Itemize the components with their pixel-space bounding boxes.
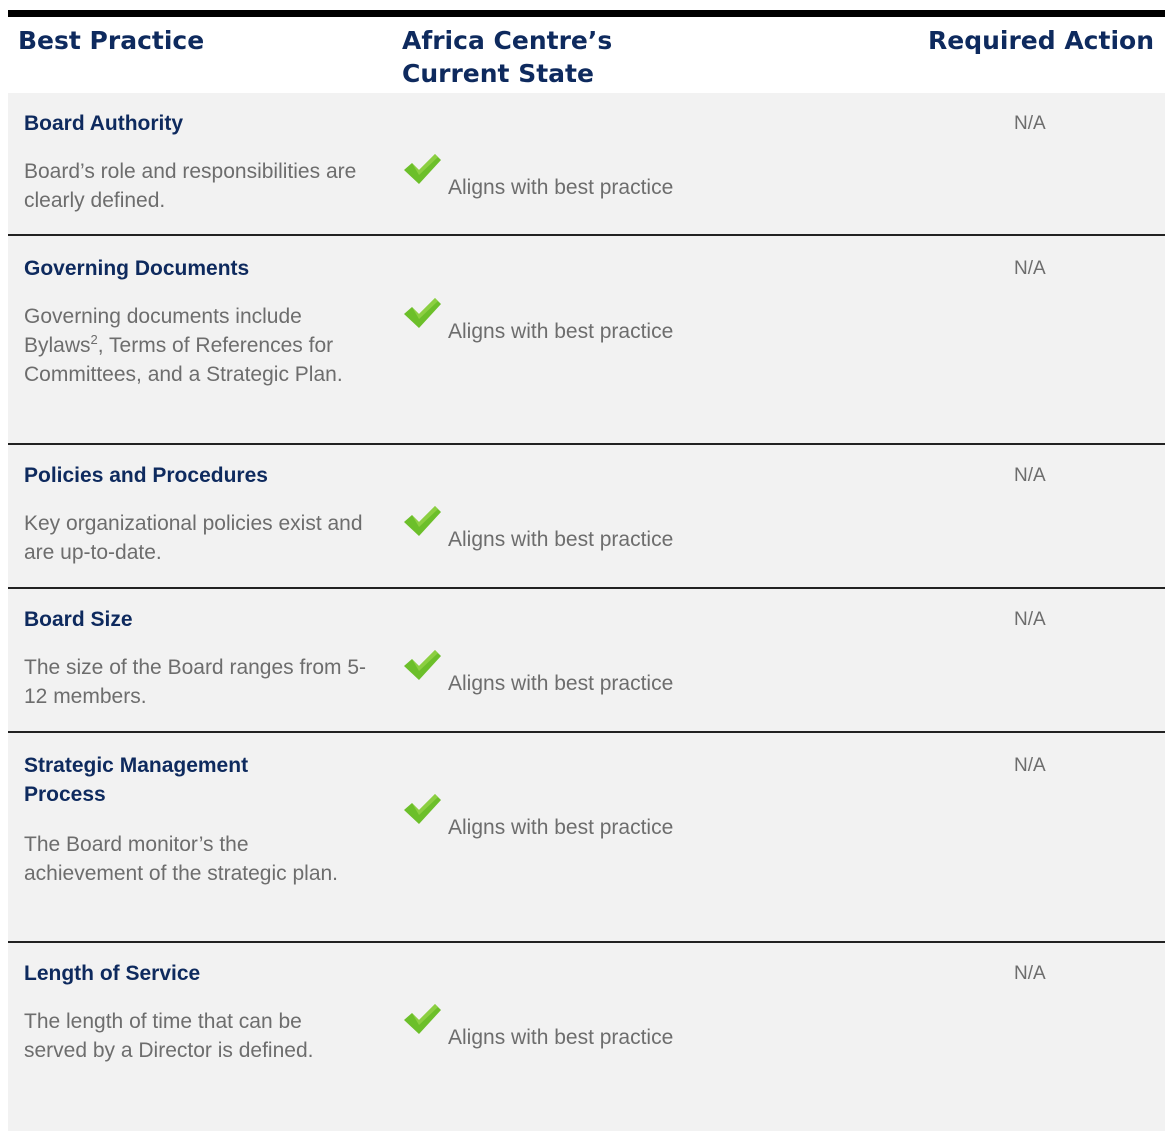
check-icon [404, 1004, 441, 1034]
status-text: Aligns with best practice [448, 816, 674, 839]
check-icon [404, 794, 441, 824]
row-description: Key organizational policies exist and ar… [24, 512, 363, 564]
table-row: Board Size The size of the Board ranges … [8, 589, 1165, 733]
row-status: Aligns with best practice [402, 649, 673, 698]
row-status: Aligns with best practice [402, 153, 673, 202]
check-icon [404, 650, 441, 680]
check-icon [404, 298, 441, 328]
row-description: The size of the Board ranges from 5-12 m… [24, 656, 366, 708]
required-action-value: N/A [1014, 258, 1046, 279]
status-text: Aligns with best practice [448, 176, 674, 199]
table-row: Governing Documents Governing documents … [8, 236, 1165, 445]
check-icon [404, 506, 441, 536]
row-title: Board Authority [24, 112, 184, 135]
row-title: Governing Documents [24, 257, 250, 280]
required-action-value: N/A [1014, 963, 1046, 984]
row-description: The Board monitor’s the achievement of t… [24, 833, 339, 885]
required-action-value: N/A [1014, 113, 1046, 134]
status-text: Aligns with best practice [448, 528, 674, 551]
status-text: Aligns with best practice [448, 1026, 674, 1049]
footnote-superscript: 2 [90, 332, 98, 347]
row-status: Aligns with best practice [402, 793, 673, 842]
row-status: Aligns with best practice [402, 505, 673, 554]
table-row: Strategic Management Process The Board m… [8, 733, 1165, 943]
row-description: Governing documents include Bylaws2, Ter… [24, 302, 369, 389]
header-current-state-line2: Current State [402, 59, 594, 88]
header-required-action: Required Action [927, 26, 1154, 55]
table-row: Length of Service The length of time tha… [8, 943, 1165, 1131]
required-action-value: N/A [1014, 755, 1046, 776]
row-title: Length of Service [24, 962, 201, 985]
row-status: Aligns with best practice [402, 1003, 673, 1052]
row-status: Aligns with best practice [402, 297, 673, 346]
check-icon [404, 154, 441, 184]
required-action-value: N/A [1014, 465, 1046, 486]
header-best-practice: Best Practice [18, 26, 205, 55]
header-current-state: Africa Centre’s Current State [402, 24, 702, 90]
row-description: The length of time that can be served by… [24, 1010, 314, 1062]
row-title: Board Size [24, 608, 133, 631]
table-row: Board Authority Board’s role and respons… [8, 93, 1165, 236]
header-current-state-line1: Africa Centre’s [402, 26, 613, 55]
required-action-value: N/A [1014, 609, 1046, 630]
table-row: Policies and Procedures Key organization… [8, 445, 1165, 589]
status-text: Aligns with best practice [448, 320, 674, 343]
top-rule [8, 10, 1165, 17]
row-description: Board’s role and responsibilities are cl… [24, 160, 357, 212]
status-text: Aligns with best practice [448, 672, 674, 695]
row-title: Strategic Management Process [24, 754, 249, 806]
row-title: Policies and Procedures [24, 464, 268, 487]
